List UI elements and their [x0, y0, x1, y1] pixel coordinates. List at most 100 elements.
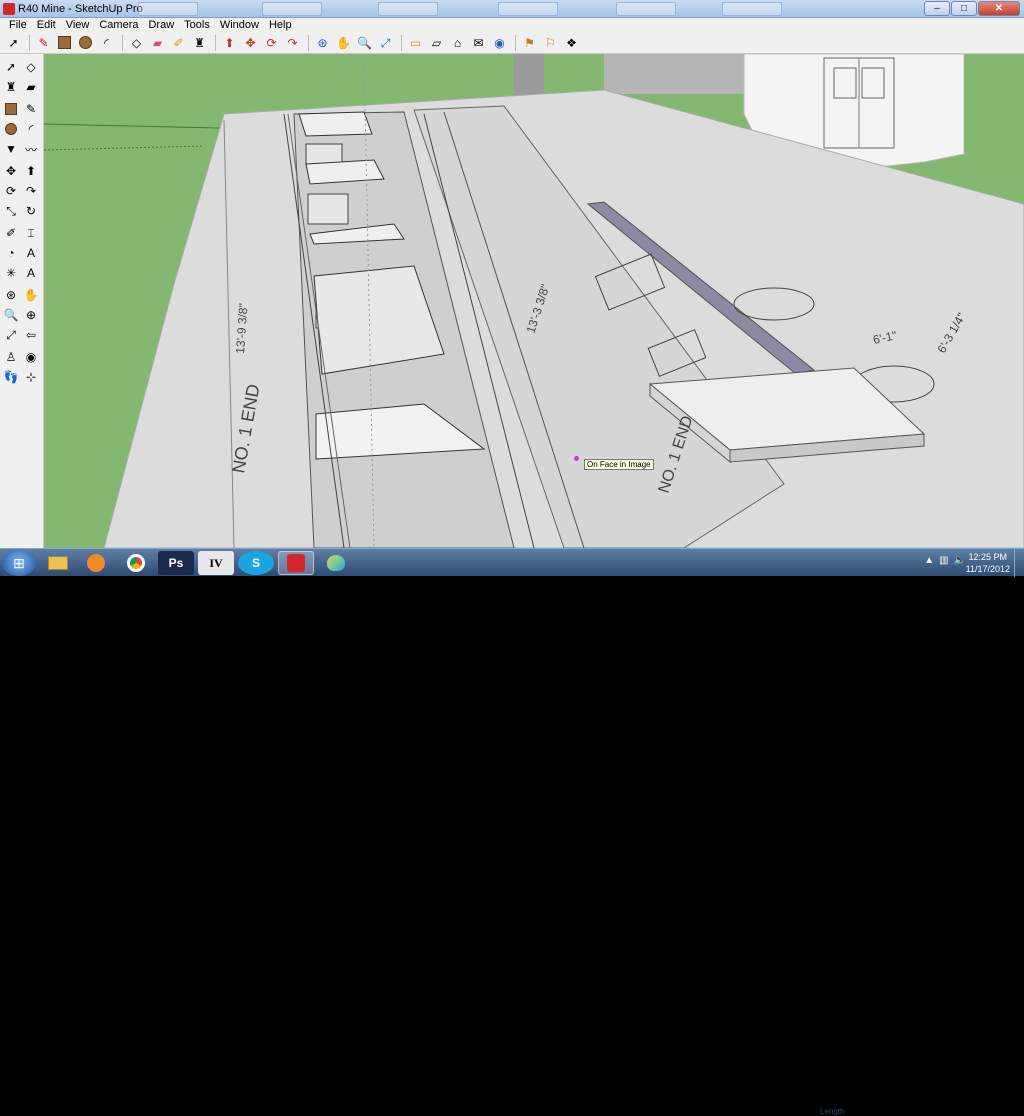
- protractor-icon[interactable]: ◔: [2, 244, 20, 262]
- follow-me-icon[interactable]: ↷: [22, 182, 40, 200]
- scene-canvas[interactable]: NO. 1 END NO. 1 END 13'-9 3/8" 13'-3 3/8…: [44, 54, 1024, 548]
- scale-icon[interactable]: ⤡: [2, 202, 20, 220]
- menu-window[interactable]: Window: [215, 19, 264, 31]
- paint-bucket-icon[interactable]: ♜: [2, 78, 20, 96]
- follow-me-icon[interactable]: ↷: [283, 33, 302, 52]
- orbit-icon[interactable]: ⊛: [313, 33, 332, 52]
- freehand-icon[interactable]: 〰: [22, 140, 40, 158]
- extruded-panel: [298, 111, 373, 137]
- extension-warehouse-icon[interactable]: ❖: [562, 33, 581, 52]
- ghost-browser-tab: [722, 2, 782, 16]
- menu-edit[interactable]: Edit: [32, 19, 61, 31]
- ghost-browser-tab: [138, 2, 198, 16]
- chrome-icon[interactable]: [118, 551, 154, 575]
- maximize-button[interactable]: □: [951, 1, 977, 16]
- select-icon[interactable]: ➚: [4, 33, 23, 52]
- inference-point: [574, 456, 579, 461]
- text-icon[interactable]: A: [22, 244, 40, 262]
- toggle-terrain-icon[interactable]: ▱: [427, 33, 446, 52]
- iv-app-icon[interactable]: IV: [198, 551, 234, 575]
- position-camera-icon[interactable]: ♙: [2, 348, 20, 366]
- clock-time: 12:25 PM: [968, 552, 1008, 562]
- pan-icon[interactable]: ✋: [334, 33, 353, 52]
- menu-camera[interactable]: Camera: [94, 19, 143, 31]
- walk-icon[interactable]: 👣: [2, 368, 20, 386]
- modeling-viewport[interactable]: NO. 1 END NO. 1 END 13'-9 3/8" 13'-3 3/8…: [44, 54, 1024, 548]
- move-icon[interactable]: ✥: [241, 33, 260, 52]
- push-pull-icon[interactable]: ⬆: [220, 33, 239, 52]
- pan-icon[interactable]: ✋: [22, 286, 40, 304]
- move-icon[interactable]: ✥: [2, 162, 20, 180]
- arc-icon[interactable]: ◜: [97, 33, 116, 52]
- sketchup-app-icon[interactable]: [3, 3, 15, 15]
- ghost-browser-tab: [616, 2, 676, 16]
- inference-tooltip: On Face in Image: [584, 459, 654, 470]
- ghost-browser-tab: [378, 2, 438, 16]
- google-earth-icon[interactable]: ◉: [490, 33, 509, 52]
- menu-draw[interactable]: Draw: [143, 19, 179, 31]
- zoom-icon[interactable]: 🔍: [2, 306, 20, 324]
- rectangle-icon[interactable]: [55, 33, 74, 52]
- show-desktop-button[interactable]: [1014, 549, 1024, 577]
- title-bar[interactable]: R40 Mine - SketchUp Pro – □ ✕: [0, 0, 1024, 18]
- ghost-length-label: Length: [820, 1107, 845, 1116]
- line-icon[interactable]: ✎: [22, 100, 40, 118]
- menu-tools[interactable]: Tools: [179, 19, 215, 31]
- menu-view[interactable]: View: [61, 19, 95, 31]
- system-clock[interactable]: 12:25 PM 11/17/2012: [966, 551, 1010, 575]
- skype-icon[interactable]: S: [238, 551, 274, 575]
- warehouse-icon[interactable]: ⌂: [448, 33, 467, 52]
- look-around-icon[interactable]: ◉: [22, 348, 40, 366]
- paint-icon[interactable]: [318, 551, 354, 575]
- previous-view-icon[interactable]: ⇦: [22, 326, 40, 344]
- get-models-icon[interactable]: ⚑: [520, 33, 539, 52]
- start-button[interactable]: ⊞: [2, 550, 36, 576]
- circle-icon[interactable]: [2, 120, 20, 138]
- photoshop-icon[interactable]: Ps: [158, 551, 194, 575]
- eraser-icon[interactable]: ▰: [22, 78, 40, 96]
- rotate-icon[interactable]: ⟳: [262, 33, 281, 52]
- tape-measure-icon[interactable]: ✐: [2, 224, 20, 242]
- toolbar-separator: [29, 34, 30, 51]
- select-icon[interactable]: ➚: [2, 58, 20, 76]
- zoom-icon[interactable]: 🔍: [355, 33, 374, 52]
- sketchup-icon[interactable]: [278, 551, 314, 575]
- tape-measure-icon[interactable]: ✐: [169, 33, 188, 52]
- eraser-icon[interactable]: ▰: [148, 33, 167, 52]
- polygon-icon[interactable]: ▼: [2, 140, 20, 158]
- window-controls: – □ ✕: [924, 1, 1020, 16]
- dimension-icon[interactable]: ⌶: [22, 224, 40, 242]
- offset-icon[interactable]: ↻: [22, 202, 40, 220]
- axes-icon[interactable]: ✳: [2, 264, 20, 282]
- car-window: [305, 143, 343, 165]
- push-pull-icon[interactable]: ⬆: [22, 162, 40, 180]
- 3d-text-icon[interactable]: A: [22, 264, 40, 282]
- file-explorer-icon[interactable]: [40, 551, 76, 575]
- pencil-icon[interactable]: ✎: [34, 33, 53, 52]
- menu-help[interactable]: Help: [264, 19, 297, 31]
- make-component-icon[interactable]: ◇: [22, 58, 40, 76]
- network-icon[interactable]: ▥: [939, 555, 948, 566]
- menu-file[interactable]: File: [4, 19, 32, 31]
- arc-icon[interactable]: ◜: [22, 120, 40, 138]
- orbit-icon[interactable]: ⊛: [2, 286, 20, 304]
- volume-icon[interactable]: 🔈: [954, 555, 966, 566]
- large-tool-set: ➚ ◇ ♜ ▰ ✎ ◜ ▼ 〰 ✥ ⬆ ⟳ ↷ ⤡ ↻ ✐ ⌶ ◔ A ✳ A …: [0, 54, 44, 548]
- zoom-extents-icon[interactable]: ⤢: [376, 33, 395, 52]
- section-plane-icon[interactable]: ⊹: [22, 368, 40, 386]
- add-location-icon[interactable]: ▭: [406, 33, 425, 52]
- close-button[interactable]: ✕: [978, 1, 1020, 16]
- rectangle-icon[interactable]: [2, 100, 20, 118]
- zoom-window-icon[interactable]: ⊕: [22, 306, 40, 324]
- ghost-browser-tab: [262, 2, 322, 16]
- minimize-button[interactable]: –: [924, 1, 950, 16]
- rotate-icon[interactable]: ⟳: [2, 182, 20, 200]
- share-model-icon[interactable]: ✉: [469, 33, 488, 52]
- make-component-icon[interactable]: ◇: [127, 33, 146, 52]
- zoom-extents-icon[interactable]: ⤢: [2, 326, 20, 344]
- circle-icon[interactable]: [76, 33, 95, 52]
- media-player-icon[interactable]: [78, 551, 114, 575]
- share-component-icon[interactable]: ⚐: [541, 33, 560, 52]
- paint-bucket-icon[interactable]: ♜: [190, 33, 209, 52]
- tray-arrow-icon[interactable]: ▲: [924, 555, 934, 566]
